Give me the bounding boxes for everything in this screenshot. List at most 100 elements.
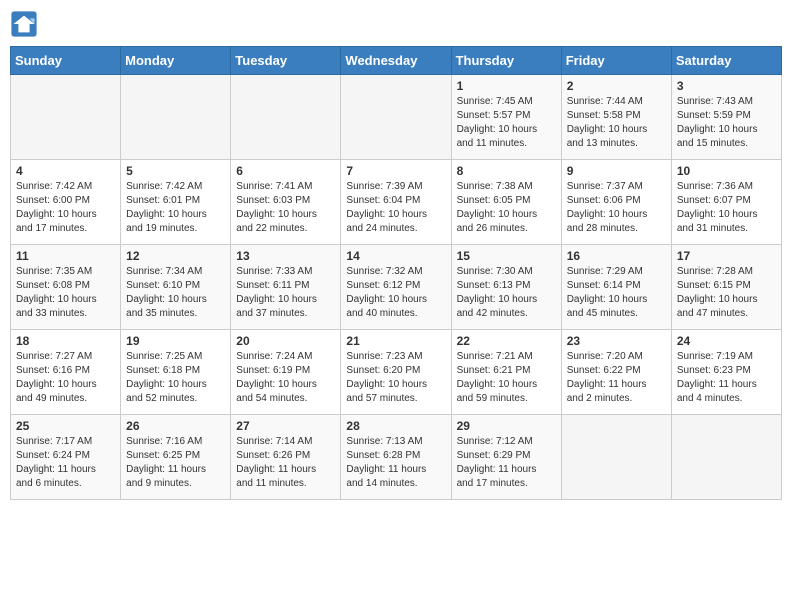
day-info: Sunrise: 7:42 AM Sunset: 6:00 PM Dayligh… — [16, 180, 115, 236]
header-col-wednesday: Wednesday — [341, 47, 451, 75]
day-info: Sunrise: 7:39 AM Sunset: 6:04 PM Dayligh… — [346, 180, 445, 236]
week-row-2: 4 Sunrise: 7:42 AM Sunset: 6:00 PM Daylig… — [11, 160, 782, 245]
day-info: Sunrise: 7:36 AM Sunset: 6:07 PM Dayligh… — [677, 180, 776, 236]
calendar-cell: 14 Sunrise: 7:32 AM Sunset: 6:12 PM Dayli… — [341, 245, 451, 330]
day-info: Sunrise: 7:43 AM Sunset: 5:59 PM Dayligh… — [677, 95, 776, 151]
calendar-cell: 8Sunrise: 7:38 AM Sunset: 6:05 PM Daylig… — [451, 160, 561, 245]
day-number: 1 — [457, 79, 556, 93]
calendar-cell: 15 Sunrise: 7:30 AM Sunset: 6:13 PM Dayli… — [451, 245, 561, 330]
day-info: Sunrise: 7:41 AM Sunset: 6:03 PM Dayligh… — [236, 180, 335, 236]
week-row-4: 18 Sunrise: 7:27 AM Sunset: 6:16 PM Dayli… — [11, 330, 782, 415]
day-info: Sunrise: 7:42 AM Sunset: 6:01 PM Dayligh… — [126, 180, 225, 236]
calendar-cell: 27 Sunrise: 7:14 AM Sunset: 6:26 PM Dayli… — [231, 415, 341, 500]
day-info: Sunrise: 7:37 AM Sunset: 6:06 PM Dayligh… — [567, 180, 666, 236]
day-info: Sunrise: 7:25 AM Sunset: 6:18 PM Dayligh… — [126, 350, 225, 406]
day-info: Sunrise: 7:44 AM Sunset: 5:58 PM Dayligh… — [567, 95, 666, 151]
day-number: 25 — [16, 419, 115, 433]
calendar-cell: 12Sunrise: 7:34 AM Sunset: 6:10 PM Dayli… — [121, 245, 231, 330]
calendar-cell: 19 Sunrise: 7:25 AM Sunset: 6:18 PM Dayli… — [121, 330, 231, 415]
day-number: 17 — [677, 249, 776, 263]
logo — [10, 10, 42, 38]
calendar-cell: 7Sunrise: 7:39 AM Sunset: 6:04 PM Daylig… — [341, 160, 451, 245]
header-row: SundayMondayTuesdayWednesdayThursdayFrid… — [11, 47, 782, 75]
day-number: 6 — [236, 164, 335, 178]
calendar-cell: 21 Sunrise: 7:23 AM Sunset: 6:20 PM Dayli… — [341, 330, 451, 415]
day-info: Sunrise: 7:19 AM Sunset: 6:23 PM Dayligh… — [677, 350, 776, 406]
calendar-cell: 6 Sunrise: 7:41 AM Sunset: 6:03 PM Daylig… — [231, 160, 341, 245]
day-number: 4 — [16, 164, 115, 178]
day-info: Sunrise: 7:23 AM Sunset: 6:20 PM Dayligh… — [346, 350, 445, 406]
calendar-cell: 22 Sunrise: 7:21 AM Sunset: 6:21 PM Dayli… — [451, 330, 561, 415]
calendar-cell: 10 Sunrise: 7:36 AM Sunset: 6:07 PM Dayli… — [671, 160, 781, 245]
day-info: Sunrise: 7:20 AM Sunset: 6:22 PM Dayligh… — [567, 350, 666, 406]
calendar-cell: 16 Sunrise: 7:29 AM Sunset: 6:14 PM Dayli… — [561, 245, 671, 330]
week-row-3: 11 Sunrise: 7:35 AM Sunset: 6:08 PM Dayli… — [11, 245, 782, 330]
day-number: 29 — [457, 419, 556, 433]
day-info: Sunrise: 7:30 AM Sunset: 6:13 PM Dayligh… — [457, 265, 556, 321]
calendar-cell: 28 Sunrise: 7:13 AM Sunset: 6:28 PM Dayli… — [341, 415, 451, 500]
calendar-cell: 1 Sunrise: 7:45 AM Sunset: 5:57 PM Daylig… — [451, 75, 561, 160]
day-info: Sunrise: 7:33 AM Sunset: 6:11 PM Dayligh… — [236, 265, 335, 321]
calendar-cell: 5 Sunrise: 7:42 AM Sunset: 6:01 PM Daylig… — [121, 160, 231, 245]
header-col-saturday: Saturday — [671, 47, 781, 75]
calendar-header: SundayMondayTuesdayWednesdayThursdayFrid… — [11, 47, 782, 75]
day-info: Sunrise: 7:45 AM Sunset: 5:57 PM Dayligh… — [457, 95, 556, 151]
day-number: 9 — [567, 164, 666, 178]
calendar-cell — [341, 75, 451, 160]
page-header — [10, 10, 782, 38]
day-info: Sunrise: 7:14 AM Sunset: 6:26 PM Dayligh… — [236, 435, 335, 491]
day-info: Sunrise: 7:24 AM Sunset: 6:19 PM Dayligh… — [236, 350, 335, 406]
calendar-cell: 25Sunrise: 7:17 AM Sunset: 6:24 PM Dayli… — [11, 415, 121, 500]
day-info: Sunrise: 7:32 AM Sunset: 6:12 PM Dayligh… — [346, 265, 445, 321]
day-number: 8 — [457, 164, 556, 178]
day-number: 16 — [567, 249, 666, 263]
calendar-cell: 4 Sunrise: 7:42 AM Sunset: 6:00 PM Daylig… — [11, 160, 121, 245]
day-info: Sunrise: 7:21 AM Sunset: 6:21 PM Dayligh… — [457, 350, 556, 406]
header-col-tuesday: Tuesday — [231, 47, 341, 75]
week-row-1: 1 Sunrise: 7:45 AM Sunset: 5:57 PM Daylig… — [11, 75, 782, 160]
day-number: 3 — [677, 79, 776, 93]
calendar-cell: 2Sunrise: 7:44 AM Sunset: 5:58 PM Daylig… — [561, 75, 671, 160]
calendar-cell: 11 Sunrise: 7:35 AM Sunset: 6:08 PM Dayli… — [11, 245, 121, 330]
day-number: 22 — [457, 334, 556, 348]
calendar-cell: 18 Sunrise: 7:27 AM Sunset: 6:16 PM Dayli… — [11, 330, 121, 415]
logo-icon — [10, 10, 38, 38]
calendar-cell: 9 Sunrise: 7:37 AM Sunset: 6:06 PM Daylig… — [561, 160, 671, 245]
calendar-table: SundayMondayTuesdayWednesdayThursdayFrid… — [10, 46, 782, 500]
calendar-cell: 3 Sunrise: 7:43 AM Sunset: 5:59 PM Daylig… — [671, 75, 781, 160]
day-info: Sunrise: 7:29 AM Sunset: 6:14 PM Dayligh… — [567, 265, 666, 321]
day-number: 21 — [346, 334, 445, 348]
calendar-cell — [231, 75, 341, 160]
header-col-friday: Friday — [561, 47, 671, 75]
day-number: 12 — [126, 249, 225, 263]
calendar-cell: 29 Sunrise: 7:12 AM Sunset: 6:29 PM Dayli… — [451, 415, 561, 500]
calendar-cell — [671, 415, 781, 500]
day-number: 14 — [346, 249, 445, 263]
day-info: Sunrise: 7:12 AM Sunset: 6:29 PM Dayligh… — [457, 435, 556, 491]
day-info: Sunrise: 7:27 AM Sunset: 6:16 PM Dayligh… — [16, 350, 115, 406]
day-info: Sunrise: 7:28 AM Sunset: 6:15 PM Dayligh… — [677, 265, 776, 321]
day-number: 11 — [16, 249, 115, 263]
calendar-cell — [121, 75, 231, 160]
calendar-cell: 24 Sunrise: 7:19 AM Sunset: 6:23 PM Dayli… — [671, 330, 781, 415]
day-info: Sunrise: 7:35 AM Sunset: 6:08 PM Dayligh… — [16, 265, 115, 321]
day-number: 24 — [677, 334, 776, 348]
week-row-5: 25Sunrise: 7:17 AM Sunset: 6:24 PM Dayli… — [11, 415, 782, 500]
day-number: 5 — [126, 164, 225, 178]
day-number: 27 — [236, 419, 335, 433]
day-info: Sunrise: 7:16 AM Sunset: 6:25 PM Dayligh… — [126, 435, 225, 491]
day-number: 18 — [16, 334, 115, 348]
day-info: Sunrise: 7:13 AM Sunset: 6:28 PM Dayligh… — [346, 435, 445, 491]
day-number: 15 — [457, 249, 556, 263]
day-number: 26 — [126, 419, 225, 433]
header-col-thursday: Thursday — [451, 47, 561, 75]
day-number: 19 — [126, 334, 225, 348]
day-number: 20 — [236, 334, 335, 348]
day-number: 13 — [236, 249, 335, 263]
calendar-cell — [561, 415, 671, 500]
calendar-body: 1 Sunrise: 7:45 AM Sunset: 5:57 PM Daylig… — [11, 75, 782, 500]
day-number: 10 — [677, 164, 776, 178]
day-number: 28 — [346, 419, 445, 433]
calendar-cell — [11, 75, 121, 160]
calendar-cell: 17 Sunrise: 7:28 AM Sunset: 6:15 PM Dayli… — [671, 245, 781, 330]
